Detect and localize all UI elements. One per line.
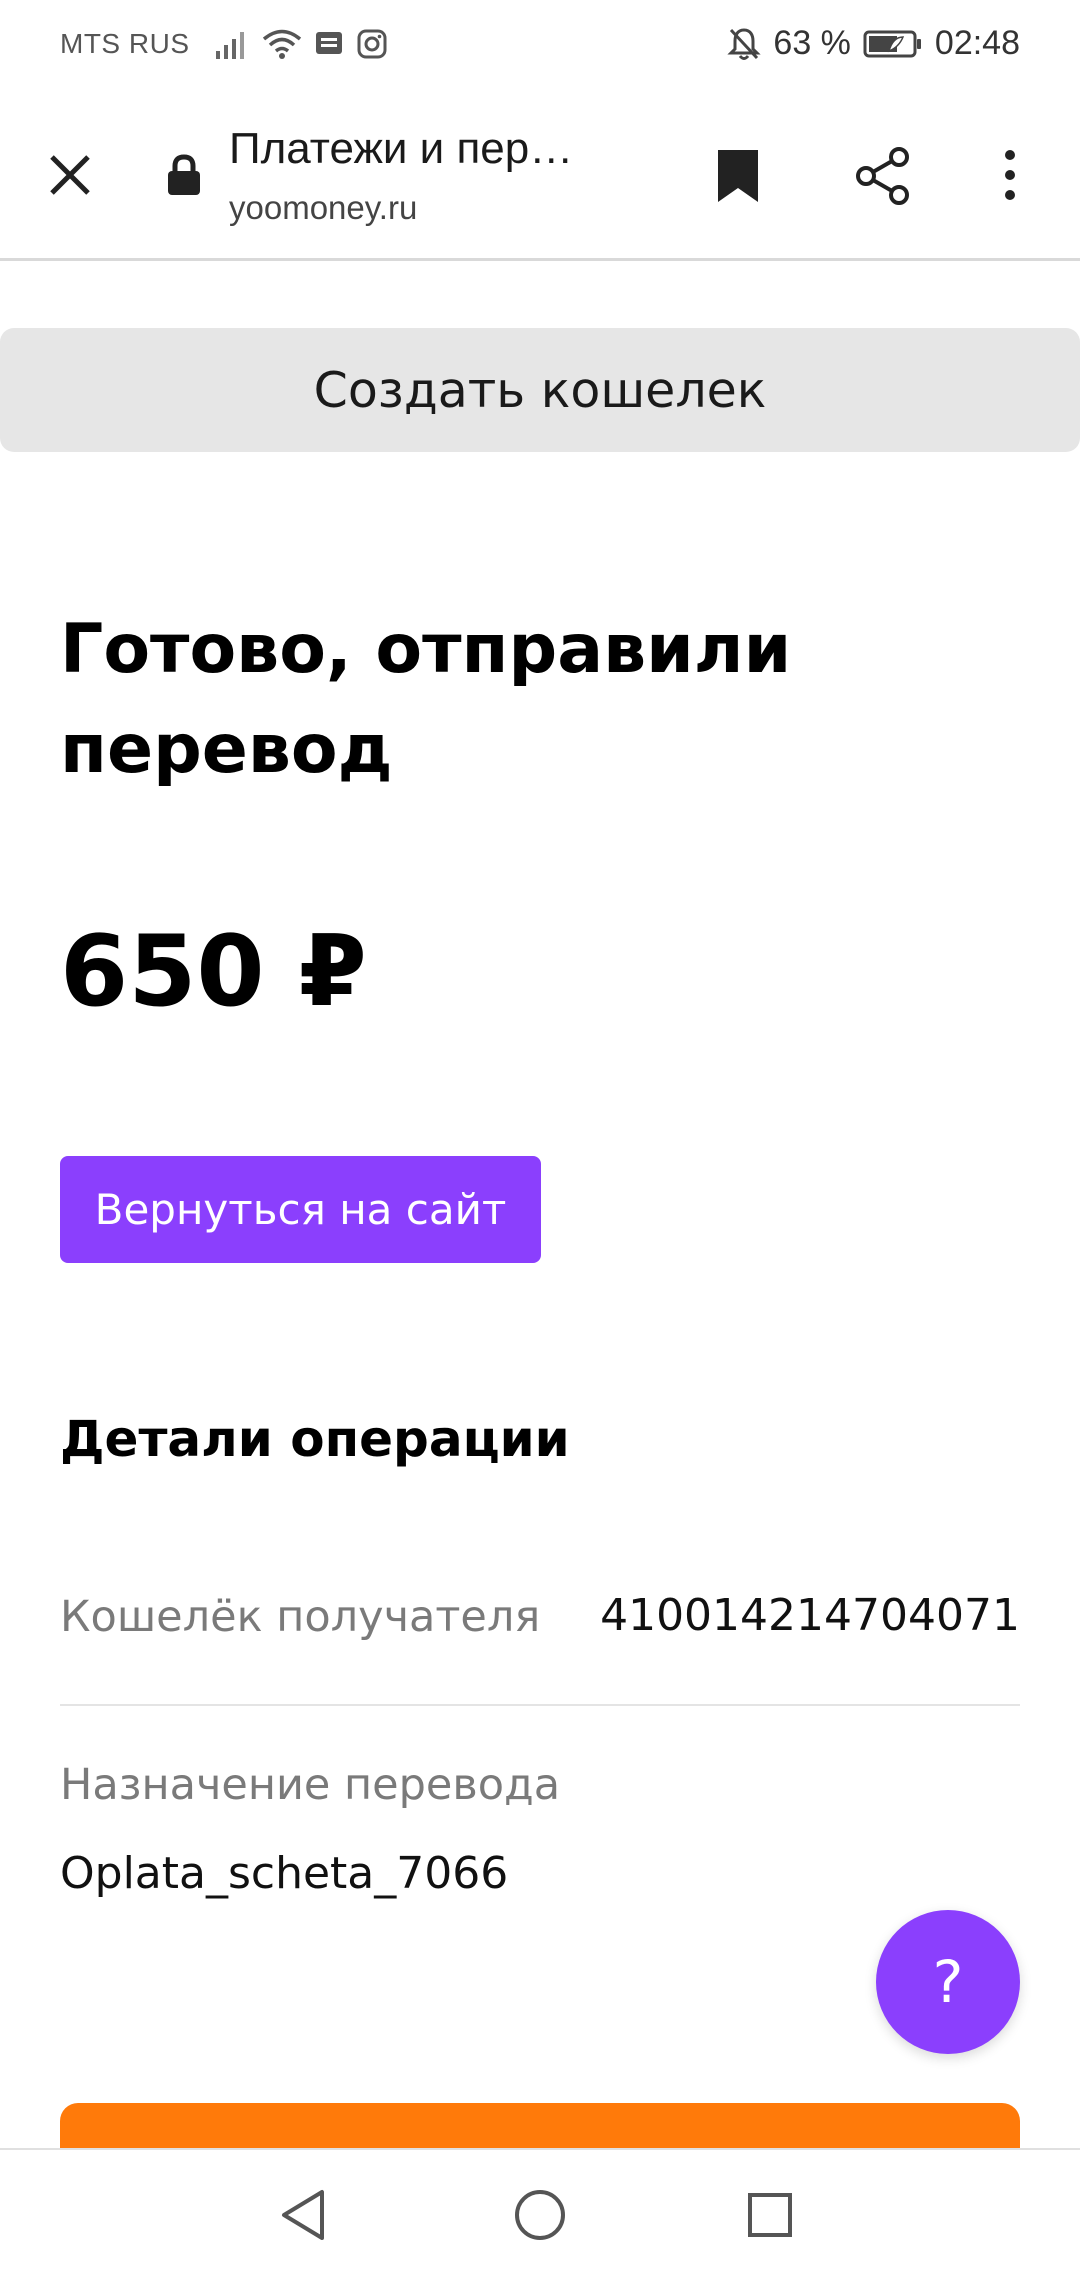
page-title[interactable]: Платежи и пер… xyxy=(229,124,573,174)
page-heading: Готово, отправили перевод xyxy=(60,610,792,789)
help-button[interactable]: ? xyxy=(876,1910,1020,2054)
details-divider xyxy=(60,1704,1020,1706)
carrier-name: MTS RUS xyxy=(60,28,190,59)
wifi-icon xyxy=(262,29,301,59)
signal-icon xyxy=(215,32,244,59)
more-options-icon[interactable] xyxy=(990,145,1030,205)
close-icon[interactable] xyxy=(40,145,100,205)
status-icons xyxy=(214,28,388,60)
share-icon[interactable] xyxy=(852,145,914,207)
status-right: 63 % 02:48 xyxy=(727,24,1020,63)
status-left: MTS RUS xyxy=(60,28,388,60)
message-icon xyxy=(315,32,342,54)
transfer-purpose-label: Назначение перевода xyxy=(60,1760,561,1810)
bookmark-icon[interactable] xyxy=(714,147,762,205)
recipient-wallet-label: Кошелёк получателя xyxy=(60,1592,541,1642)
mute-bell-icon xyxy=(727,27,762,60)
lock-icon xyxy=(168,154,200,195)
payment-amount: 650 ₽ xyxy=(60,915,367,1029)
instagram-icon xyxy=(357,29,386,59)
browser-toolbar: Платежи и пер… yoomoney.ru xyxy=(0,92,1080,261)
recents-nav-icon[interactable] xyxy=(735,2180,805,2250)
battery-percent: 63 % xyxy=(773,24,851,62)
clock: 02:48 xyxy=(934,24,1020,62)
back-nav-icon[interactable] xyxy=(270,2180,340,2250)
return-to-site-button[interactable]: Вернуться на сайт xyxy=(60,1156,541,1263)
operation-details-title: Детали операции xyxy=(60,1410,570,1468)
battery-icon xyxy=(863,30,921,57)
home-nav-icon[interactable] xyxy=(505,2180,575,2250)
create-wallet-button[interactable]: Создать кошелек xyxy=(0,328,1080,452)
navigation-bar xyxy=(0,2148,1080,2282)
status-bar: MTS RUS 63 % 02:48 xyxy=(0,0,1080,92)
page-url[interactable]: yoomoney.ru xyxy=(229,189,417,227)
transfer-purpose-value: Oplata_scheta_7066 xyxy=(60,1848,509,1899)
recipient-wallet-value: 410014214704071 xyxy=(600,1590,1020,1641)
